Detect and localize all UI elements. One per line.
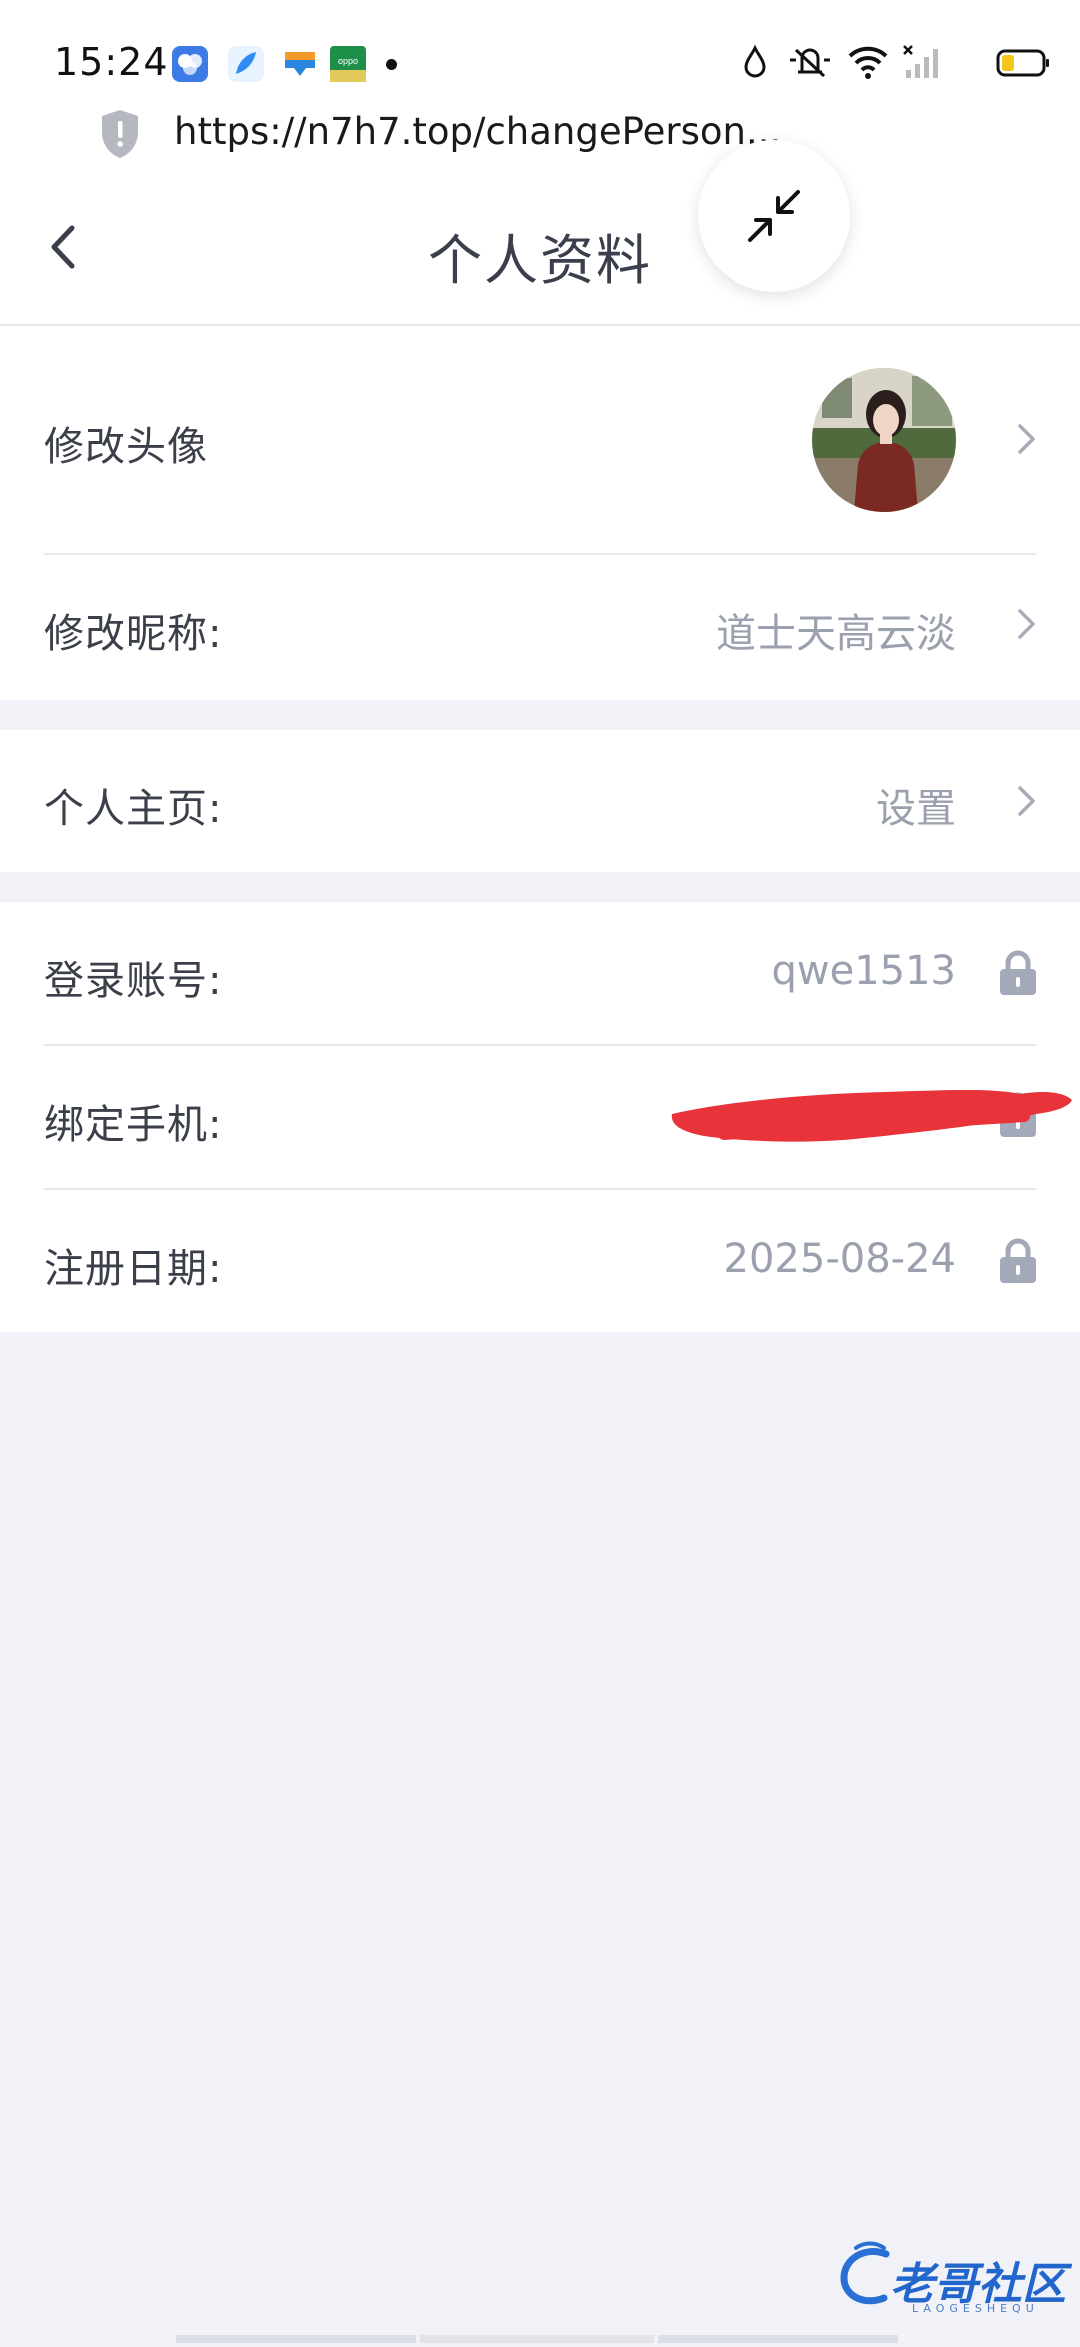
lock-icon [998, 1238, 1038, 1288]
mute-icon [788, 44, 832, 84]
chevron-right-icon [1016, 607, 1038, 645]
wifi-icon [846, 44, 890, 84]
account-value: qwe1513 [771, 948, 956, 994]
svg-text:oppo: oppo [338, 56, 358, 66]
chevron-right-icon [1016, 422, 1038, 460]
redaction-scribble [664, 1072, 1080, 1166]
homepage-value: 设置 [876, 786, 956, 832]
feather-app-icon [228, 46, 264, 82]
no-signal-icon [902, 44, 942, 84]
change-avatar-row[interactable]: 修改头像 [0, 326, 1080, 554]
account-label: 登录账号: [44, 958, 223, 1004]
url-bar[interactable]: https://n7h7.top/changePerson... [0, 100, 1080, 170]
login-account-row: 登录账号: qwe1513 [0, 902, 1080, 1044]
homepage-section: 个人主页: 设置 [0, 730, 1080, 872]
change-nickname-row[interactable]: 修改昵称: 道士天高云淡 [0, 555, 1080, 700]
avatar[interactable] [812, 368, 956, 512]
oppo-app-icon: oppo [330, 46, 366, 82]
nickname-value: 道士天高云淡 [716, 611, 956, 657]
nickname-label: 修改昵称: [44, 611, 223, 657]
grid-app-icon [172, 46, 208, 82]
status-bar: 15:24 oppo [0, 0, 1080, 100]
bottom-bar [176, 2328, 904, 2343]
more-notifications-dot [386, 59, 397, 70]
watermark-logo: 老哥社区 LAOGESHEQU [838, 2240, 1066, 2315]
register-date-row: 注册日期: 2025-08-24 [0, 1190, 1080, 1332]
shield-icon[interactable] [98, 108, 142, 164]
water-drop-icon [740, 44, 770, 84]
chevron-right-icon [1016, 784, 1038, 822]
battery-icon [996, 48, 1050, 82]
avatar-label: 修改头像 [44, 424, 208, 470]
profile-section: 修改头像 修改昵称: 道士天高云淡 [0, 326, 1080, 700]
status-time: 15:24 [54, 40, 169, 84]
wallet-app-icon [282, 46, 318, 82]
register-label: 注册日期: [44, 1246, 223, 1292]
minimize-icon [748, 190, 800, 242]
homepage-label: 个人主页: [44, 786, 223, 832]
minimize-button[interactable] [698, 140, 850, 292]
register-value: 2025-08-24 [723, 1236, 956, 1282]
phone-label: 绑定手机: [44, 1102, 223, 1148]
page-header: 个人资料 [0, 170, 1080, 326]
homepage-row[interactable]: 个人主页: 设置 [0, 730, 1080, 872]
watermark-subtext: LAOGESHEQU [912, 2302, 1039, 2315]
url-text[interactable]: https://n7h7.top/changePerson... [174, 110, 781, 153]
lock-icon [998, 950, 1038, 1000]
page-title: 个人资料 [428, 229, 652, 292]
